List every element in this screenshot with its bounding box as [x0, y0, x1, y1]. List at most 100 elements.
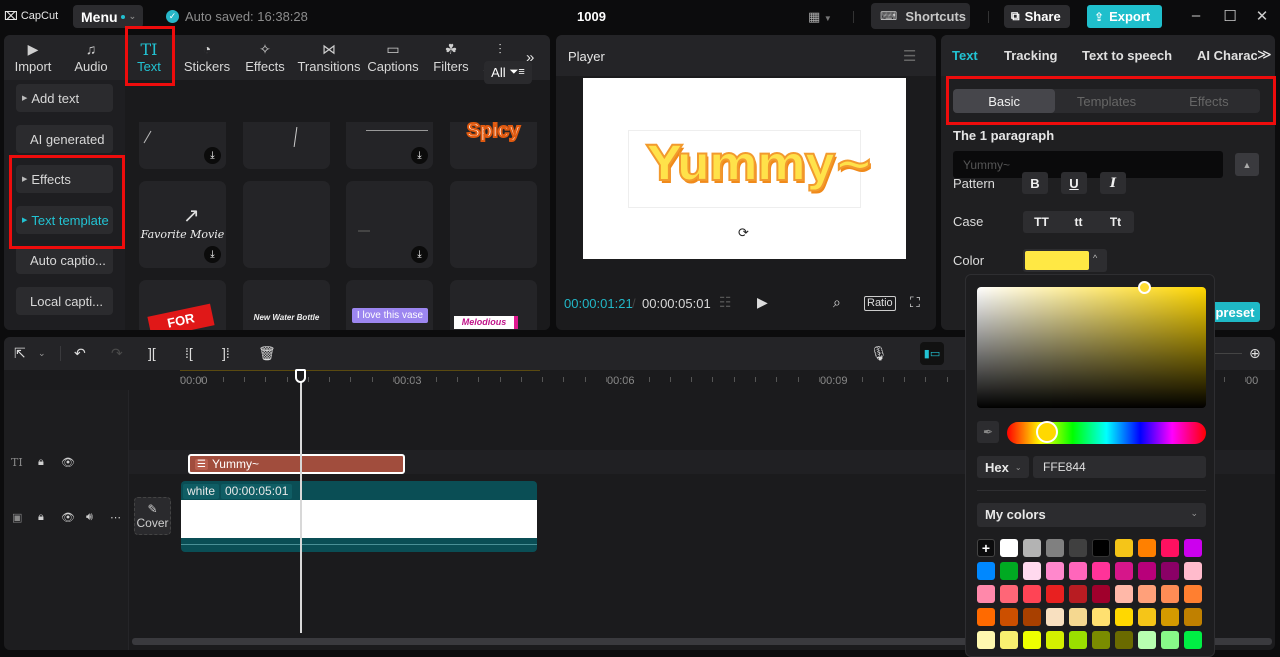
text-clip[interactable]: ☰ Yummy~: [188, 454, 405, 474]
color-swatch[interactable]: [1046, 539, 1064, 557]
color-swatch[interactable]: [1023, 631, 1041, 649]
segment-templates[interactable]: Templates: [1055, 89, 1157, 113]
underline-button[interactable]: U: [1061, 172, 1087, 194]
ratio-button[interactable]: Ratio: [864, 296, 896, 311]
color-swatch[interactable]: [1023, 562, 1041, 580]
download-icon[interactable]: ⤓: [411, 147, 428, 164]
color-swatch[interactable]: [1046, 608, 1064, 626]
color-swatch[interactable]: [1138, 562, 1156, 580]
color-swatch[interactable]: [977, 608, 995, 626]
export-button[interactable]: ⇪ Export: [1087, 5, 1162, 28]
color-swatch[interactable]: [1000, 608, 1018, 626]
zoom-slider[interactable]: [1214, 353, 1242, 354]
color-swatch[interactable]: [1138, 585, 1156, 603]
color-swatch[interactable]: [1023, 585, 1041, 603]
template-tile[interactable]: Spicy: [450, 122, 537, 169]
color-swatch[interactable]: [1046, 562, 1064, 580]
split-right-icon[interactable]: ]⁞: [222, 345, 230, 361]
titlecase-button[interactable]: Tt: [1097, 211, 1134, 233]
color-swatch[interactable]: [1184, 585, 1202, 603]
color-swatch[interactable]: [1184, 539, 1202, 557]
color-swatch[interactable]: [1069, 631, 1087, 649]
template-tile[interactable]: [243, 181, 330, 268]
category-auto-captions[interactable]: Auto captio...: [16, 246, 113, 274]
tab-text-to-speech[interactable]: Text to speech: [1082, 48, 1172, 63]
minimize-icon[interactable]: –: [1186, 7, 1206, 24]
canvas-text[interactable]: Yummy~: [646, 135, 875, 193]
color-swatch[interactable]: [1115, 562, 1133, 580]
my-colors-dropdown[interactable]: My colors ⌄: [977, 503, 1206, 527]
category-add-text[interactable]: ▶ Add text: [16, 84, 113, 112]
eye-icon[interactable]: 👁: [61, 511, 75, 524]
close-icon[interactable]: ✕: [1252, 7, 1272, 25]
microphone-icon[interactable]: 🎙: [870, 345, 888, 362]
text-content-input[interactable]: Yummy~: [953, 151, 1223, 178]
zoom-in-icon[interactable]: ⊕: [1249, 345, 1261, 362]
color-swatch[interactable]: [1092, 631, 1110, 649]
color-swatch[interactable]: [1161, 585, 1179, 603]
delete-icon[interactable]: 🗑: [258, 345, 276, 362]
more-options-icon[interactable]: ⋯: [110, 511, 121, 524]
select-cursor-icon[interactable]: ⇱: [14, 345, 26, 362]
color-swatch[interactable]: [1000, 585, 1018, 603]
bold-button[interactable]: B: [1022, 172, 1048, 194]
color-swatch[interactable]: [1069, 608, 1087, 626]
zoom-fit-icon[interactable]: ⌕: [833, 294, 841, 311]
category-ai-generated[interactable]: AI generated: [16, 125, 113, 153]
saturation-value-handle[interactable]: [1138, 281, 1151, 294]
playhead[interactable]: [300, 373, 302, 633]
color-swatch[interactable]: [1184, 631, 1202, 649]
rotate-handle-icon[interactable]: ⟳: [738, 225, 749, 241]
color-swatch[interactable]: [1000, 631, 1018, 649]
italic-button[interactable]: I: [1100, 172, 1126, 194]
hamburger-menu-icon[interactable]: ☰: [903, 47, 916, 65]
lock-icon[interactable]: 🔒︎: [38, 511, 44, 524]
tab-text-props[interactable]: Text: [952, 48, 978, 63]
tab-import[interactable]: ▶ Import: [4, 35, 62, 80]
cover-button[interactable]: ✎ Cover: [134, 497, 171, 535]
color-swatch[interactable]: [1023, 539, 1041, 557]
shortcuts-button[interactable]: ⌨ Shortcuts: [871, 3, 970, 29]
download-icon[interactable]: ⤓: [204, 147, 221, 164]
undo-icon[interactable]: ↶: [74, 345, 86, 362]
template-tile[interactable]: ⤓: [346, 181, 433, 268]
category-local-captions[interactable]: Local capti...: [16, 287, 113, 315]
split-left-icon[interactable]: ⁞[: [185, 345, 193, 361]
color-swatch[interactable]: [1115, 585, 1133, 603]
tab-effects[interactable]: ✧ Effects: [236, 35, 294, 80]
color-swatch[interactable]: [1184, 608, 1202, 626]
color-swatch[interactable]: [1115, 539, 1133, 557]
color-swatch[interactable]: [1115, 608, 1133, 626]
color-swatch[interactable]: [1046, 631, 1064, 649]
color-swatch[interactable]: [1161, 608, 1179, 626]
template-tile[interactable]: New Water Bottle: [243, 280, 330, 330]
lock-icon[interactable]: 🔒︎: [38, 456, 44, 469]
category-text-template[interactable]: ▶ Text template: [16, 206, 113, 234]
download-icon[interactable]: ⤓: [411, 246, 428, 263]
color-swatch[interactable]: [1161, 631, 1179, 649]
eyedropper-icon[interactable]: ✒: [977, 421, 999, 443]
color-swatch[interactable]: [1069, 562, 1087, 580]
color-swatch[interactable]: [977, 585, 995, 603]
tab-filters[interactable]: ☘ Filters: [422, 35, 480, 80]
template-tile[interactable]: Melodious: [450, 280, 537, 330]
tab-tracking[interactable]: Tracking: [1004, 48, 1057, 63]
add-color-button[interactable]: +: [977, 539, 995, 557]
tab-audio[interactable]: ♫ Audio: [62, 35, 120, 80]
color-swatch[interactable]: [1092, 608, 1110, 626]
template-tile[interactable]: ⤓: [139, 122, 226, 169]
color-swatch[interactable]: [1138, 631, 1156, 649]
maximize-icon[interactable]: ☐: [1220, 7, 1240, 25]
segment-effects[interactable]: Effects: [1158, 89, 1260, 113]
linkage-toggle-icon[interactable]: ▮▭: [920, 342, 944, 365]
color-swatch[interactable]: [1000, 562, 1018, 580]
save-preset-button[interactable]: preset: [1210, 302, 1260, 322]
uppercase-button[interactable]: TT: [1023, 211, 1060, 233]
tab-transitions[interactable]: ⋈ Transitions: [294, 35, 364, 80]
template-tile[interactable]: ↗ Favorite Movie ⤓: [139, 181, 226, 268]
lowercase-button[interactable]: tt: [1060, 211, 1097, 233]
layout-icon[interactable]: ▦ ▼: [808, 9, 832, 25]
color-swatch[interactable]: [1069, 585, 1087, 603]
hex-input[interactable]: FFE844: [1033, 456, 1206, 478]
color-swatch[interactable]: [1138, 608, 1156, 626]
